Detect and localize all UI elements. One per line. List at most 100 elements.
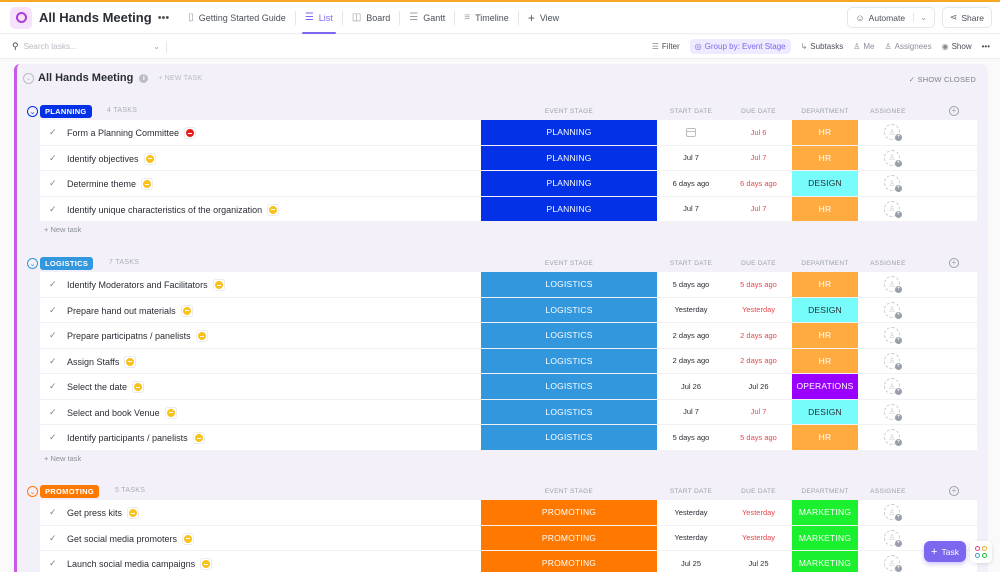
event-stage-cell[interactable]: PROMOTING [481, 500, 657, 525]
task-name[interactable]: Launch social media campaigns [67, 559, 195, 569]
priority-normal-icon[interactable] [141, 178, 154, 190]
event-stage-cell[interactable]: LOGISTICS [481, 374, 657, 399]
column-header-assignee[interactable]: ASSIGNEE [858, 488, 918, 495]
task-name[interactable]: Identify objectives [67, 154, 139, 164]
event-stage-cell[interactable]: LOGISTICS [481, 399, 657, 424]
check-icon[interactable]: ✓ [49, 533, 57, 544]
due-date-cell[interactable]: Jul 7 [725, 400, 792, 425]
group-new-task-button[interactable]: + New task [40, 222, 977, 238]
priority-normal-icon[interactable] [200, 558, 213, 570]
task-name[interactable]: Get social media promoters [67, 534, 177, 544]
column-header-event-stage[interactable]: EVENT STAGE [481, 108, 657, 115]
group-badge[interactable]: LOGISTICS [40, 257, 94, 270]
me-filter-button[interactable]: ♙ Me [853, 42, 874, 51]
event-stage-cell[interactable]: LOGISTICS [481, 297, 657, 322]
check-icon[interactable]: ✓ [49, 204, 57, 215]
info-icon[interactable]: i [139, 73, 149, 83]
subtasks-button[interactable]: ↳ Subtasks [801, 42, 844, 51]
add-assignee-icon[interactable]: ♙ + [884, 301, 902, 319]
priority-normal-icon[interactable] [267, 203, 280, 216]
show-button[interactable]: ◉ Show [942, 42, 972, 51]
check-icon[interactable]: ✓ [49, 279, 57, 290]
check-icon[interactable]: ✓ [49, 127, 57, 138]
priority-normal-icon[interactable] [192, 432, 205, 444]
task-row[interactable]: ✓ Get social media promoters PROMOTING Y… [40, 525, 977, 551]
add-assignee-icon[interactable]: ♙ + [884, 175, 902, 192]
check-icon[interactable]: ✓ [49, 356, 57, 367]
share-button[interactable]: ⋖ Share [941, 7, 992, 28]
task-name[interactable]: Prepare hand out materials [67, 306, 176, 316]
add-assignee-icon[interactable]: ♙ + [884, 504, 902, 521]
column-header-due-date[interactable]: DUE DATE [725, 488, 792, 495]
add-assignee-icon[interactable]: ♙ + [884, 327, 902, 344]
task-row[interactable]: ✓ Select the date LOGISTICS Jul 26 Jul 2… [40, 374, 977, 400]
event-stage-cell[interactable]: LOGISTICS [481, 272, 657, 297]
event-stage-cell[interactable]: PROMOTING [481, 551, 657, 572]
tab-getting-started-guide[interactable]: ▯ Getting Started Guide [179, 2, 295, 34]
due-date-cell[interactable]: 5 days ago [725, 425, 792, 450]
priority-normal-icon[interactable] [182, 532, 195, 545]
department-cell[interactable]: DESIGN [792, 399, 858, 424]
task-row[interactable]: ✓ Identify Moderators and Facilitators L… [40, 272, 977, 298]
event-stage-cell[interactable]: PLANNING [481, 171, 657, 196]
task-row[interactable]: ✓ Get press kits PROMOTING Yesterday Yes… [40, 500, 977, 526]
event-stage-cell[interactable]: LOGISTICS [481, 348, 657, 373]
due-date-cell[interactable]: Jul 7 [725, 197, 792, 222]
column-header-assignee[interactable]: ASSIGNEE [858, 260, 918, 267]
chevron-down-icon[interactable]: ⌄ [913, 13, 927, 22]
department-cell[interactable]: HR [792, 196, 858, 221]
priority-normal-icon[interactable] [124, 355, 137, 368]
start-date-cell[interactable]: Jul 7 [657, 400, 725, 425]
department-cell[interactable]: MARKETING [792, 500, 858, 525]
task-name[interactable]: Identify participants / panelists [67, 433, 188, 443]
start-date-cell[interactable]: 5 days ago [657, 272, 725, 297]
task-row[interactable]: ✓ Prepare hand out materials LOGISTICS Y… [40, 297, 977, 323]
due-date-cell[interactable]: 5 days ago [725, 272, 792, 297]
due-date-cell[interactable]: Jul 6 [725, 120, 792, 145]
check-icon[interactable]: ✓ [49, 432, 57, 443]
event-stage-cell[interactable]: LOGISTICS [481, 323, 657, 348]
tab-timeline[interactable]: ≡ Timeline [455, 2, 518, 34]
add-assignee-icon[interactable]: ♙ + [884, 149, 902, 167]
scrollbar[interactable] [992, 60, 1000, 572]
task-name[interactable]: Assign Staffs [67, 357, 119, 367]
task-row[interactable]: ✓ Determine theme PLANNING 6 days ago 6 … [40, 171, 977, 197]
group-badge[interactable]: PLANNING [40, 105, 92, 118]
department-cell[interactable]: DESIGN [792, 297, 858, 322]
department-cell[interactable]: HR [792, 323, 858, 348]
add-assignee-icon[interactable]: ♙ + [884, 124, 902, 141]
add-view-button[interactable]: + View [519, 2, 568, 34]
due-date-cell[interactable]: Yesterday [725, 526, 792, 551]
column-header-due-date[interactable]: DUE DATE [725, 108, 792, 115]
department-cell[interactable]: OPERATIONS [792, 374, 858, 399]
start-date-cell[interactable]: Jul 7 [657, 197, 725, 222]
column-header-due-date[interactable]: DUE DATE [725, 260, 792, 267]
due-date-cell[interactable]: Yesterday [725, 298, 792, 323]
check-icon[interactable]: ✓ [49, 305, 57, 316]
department-cell[interactable]: HR [792, 145, 858, 170]
task-name[interactable]: Get press kits [67, 508, 122, 518]
due-date-cell[interactable]: Yesterday [725, 500, 792, 525]
task-name[interactable]: Determine theme [67, 179, 136, 189]
chevron-down-icon[interactable]: ⌄ [153, 42, 160, 51]
start-date-cell[interactable]: Jul 7 [657, 146, 725, 171]
priority-normal-icon[interactable] [164, 406, 177, 419]
task-row[interactable]: ✓ Identify unique characteristics of the… [40, 196, 977, 222]
task-row[interactable]: ✓ Assign Staffs LOGISTICS 2 days ago 2 d… [40, 348, 977, 374]
add-assignee-icon[interactable]: ♙ + [884, 529, 902, 547]
department-cell[interactable]: HR [792, 120, 858, 145]
check-icon[interactable]: ✓ [49, 381, 57, 392]
column-header-department[interactable]: DEPARTMENT [792, 260, 858, 267]
due-date-cell[interactable]: 6 days ago [725, 171, 792, 196]
add-column-icon[interactable]: + [949, 258, 959, 268]
department-cell[interactable]: HR [792, 425, 858, 450]
check-icon[interactable]: ✓ [49, 507, 57, 518]
department-cell[interactable]: MARKETING [792, 525, 858, 550]
group-new-task-button[interactable]: + New task [40, 451, 977, 467]
task-row[interactable]: ✓ Identify participants / panelists LOGI… [40, 425, 977, 451]
add-assignee-icon[interactable]: ♙ + [884, 352, 902, 370]
more-options-icon[interactable]: ••• [982, 42, 990, 51]
check-icon[interactable]: ✓ [49, 558, 57, 569]
start-date-cell[interactable]: Jul 25 [657, 551, 725, 572]
priority-normal-icon[interactable] [132, 381, 145, 393]
